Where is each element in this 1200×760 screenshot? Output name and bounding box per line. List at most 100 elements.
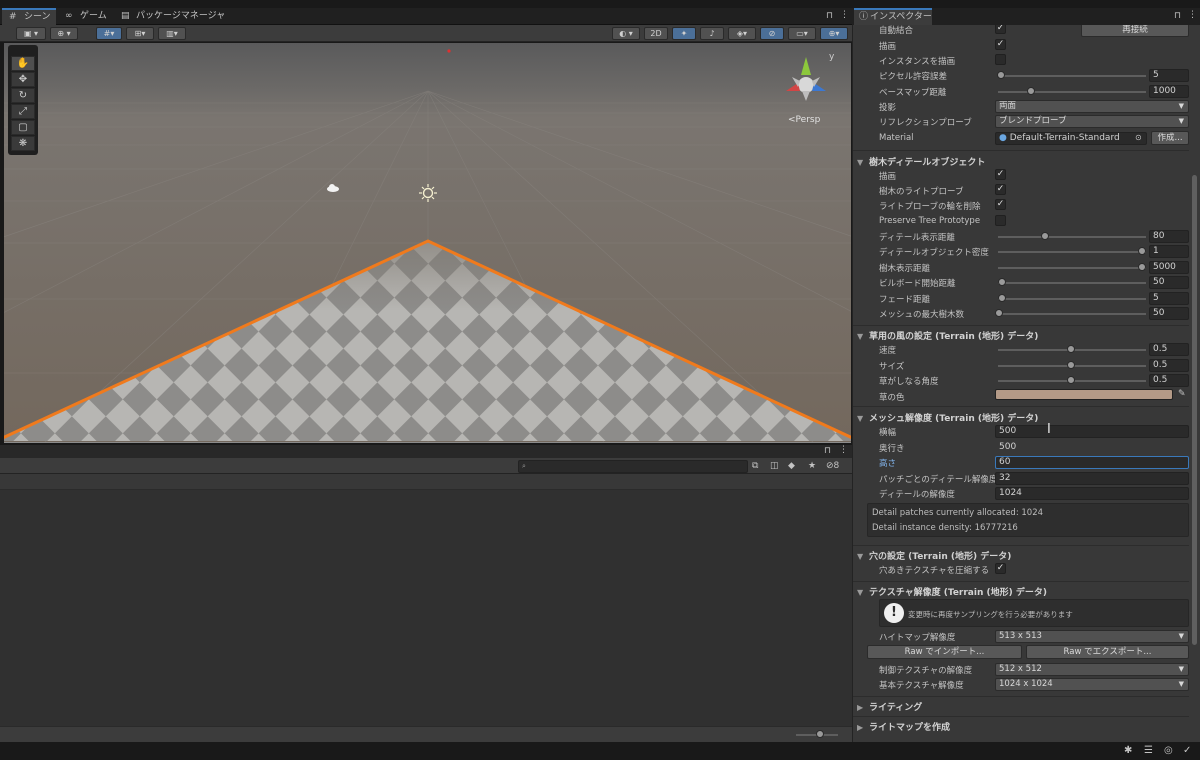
global-local-dropdown[interactable]: ⊕ ▾ <box>50 27 78 40</box>
auto-connect-checkbox[interactable]: ✓ <box>995 25 1006 34</box>
debug-bug-icon[interactable]: ✱ <box>1124 745 1132 756</box>
increment-snap-dropdown[interactable]: ⊞▾ <box>126 27 154 40</box>
lower-lock-icon[interactable]: ⊓ <box>824 446 831 456</box>
heightmap-resolution-dropdown[interactable]: 513 x 513 ▼ <box>995 630 1189 643</box>
transform-tool-icon[interactable]: ❋ <box>11 136 35 151</box>
lock-icon[interactable]: ⊓ <box>826 11 833 21</box>
wind-bending-slider-knob[interactable] <box>1067 376 1075 384</box>
control-texture-resolution-dropdown[interactable]: 512 x 512 ▼ <box>995 663 1189 676</box>
holes-settings-header[interactable]: ▼ 穴の設定 (Terrain (地形) データ) <box>857 549 1011 562</box>
lighting-toggle-button[interactable]: ✦ <box>672 27 696 40</box>
compress-holes-checkbox[interactable]: ✓ <box>995 563 1006 574</box>
reflection-probes-dropdown[interactable]: ブレンドプローブ ▼ <box>995 115 1189 128</box>
tree-light-probes-checkbox[interactable]: ✓ <box>995 184 1006 195</box>
fade-length-field[interactable]: 5 <box>1149 292 1189 305</box>
texture-resolution-header[interactable]: ▼ テクスチャ解像度 (Terrain (地形) データ) <box>857 585 1047 598</box>
tab-inspector[interactable]: ⓘ インスペクター <box>854 8 932 25</box>
zoom-slider-knob[interactable] <box>816 730 824 738</box>
grid-visibility-dropdown[interactable]: ▥▾ <box>158 27 186 40</box>
grass-wind-header[interactable]: ▼ 草用の風の設定 (Terrain (地形) データ) <box>857 329 1038 342</box>
toggle-2d-button[interactable]: 2D <box>644 27 668 40</box>
tab-scene[interactable]: # シーン <box>2 8 56 25</box>
detail-distance-field[interactable]: 80 <box>1149 230 1189 243</box>
draw-instanced-checkbox[interactable] <box>995 54 1006 65</box>
remove-probe-ring-checkbox[interactable]: ✓ <box>995 199 1006 210</box>
pixel-error-slider-knob[interactable] <box>997 71 1005 79</box>
billboard-start-slider-knob[interactable] <box>998 278 1006 286</box>
terrain-height-field[interactable]: 60 <box>995 456 1189 469</box>
detail-resolution-field[interactable]: 1024 <box>995 487 1189 500</box>
effects-dropdown[interactable]: ◈▾ <box>728 27 756 40</box>
pixel-error-field[interactable]: 5 <box>1149 69 1189 82</box>
import-raw-button[interactable]: Raw でインポート... <box>867 645 1022 659</box>
lighting-header[interactable]: ▶ ライティング <box>857 700 922 713</box>
detail-distance-slider-knob[interactable] <box>1041 232 1049 240</box>
basemap-distance-field[interactable]: 1000 <box>1149 85 1189 98</box>
lightmap-header[interactable]: ▶ ライトマップを作成 <box>857 720 950 733</box>
grid-snap-dropdown[interactable]: #▾ <box>96 27 122 40</box>
tree-distance-slider-knob[interactable] <box>1138 263 1146 271</box>
more-menu-icon[interactable]: ⋮ <box>840 10 849 20</box>
wind-size-field[interactable]: 0.5 <box>1149 359 1189 372</box>
create-material-button[interactable]: 作成... <box>1151 131 1189 145</box>
hidden-objects-toggle[interactable]: ⊘ <box>760 27 784 40</box>
favorite-star-icon[interactable]: ★ <box>808 461 816 471</box>
draw-mode-dropdown[interactable]: ▣ ▾ <box>16 27 46 40</box>
mesh-resolution-header[interactable]: ▼ メッシュ解像度 (Terrain (地形) データ) <box>857 411 1038 424</box>
cache-server-icon[interactable]: ☰ <box>1144 745 1153 756</box>
scene-viewport[interactable]: y <Persp <box>4 43 851 443</box>
detail-density-field[interactable]: 1 <box>1149 245 1189 258</box>
collab-check-icon[interactable]: ✓ <box>1183 745 1191 756</box>
audio-toggle-button[interactable]: ♪ <box>700 27 724 40</box>
skybox-cloud-icon[interactable] <box>327 184 339 192</box>
tab-package-manager[interactable]: ▤パッケージマネージャー <box>114 8 234 38</box>
detail-per-patch-field[interactable]: 32 <box>995 472 1189 485</box>
base-texture-resolution-dropdown[interactable]: 1024 x 1024 ▼ <box>995 678 1189 691</box>
inspector-more-icon[interactable]: ⋮ <box>1188 10 1197 20</box>
object-picker-icon[interactable]: ⊙ <box>1135 133 1142 142</box>
fade-length-slider-knob[interactable] <box>998 294 1006 302</box>
projection-label[interactable]: <Persp <box>788 115 820 125</box>
tab-game[interactable]: ∞ ゲーム <box>58 8 112 25</box>
move-tool-icon[interactable]: ✥ <box>11 72 35 87</box>
filter-type-icon[interactable]: ⧉ <box>752 461 758 471</box>
detail-density-slider-knob[interactable] <box>1138 247 1146 255</box>
lower-panel-content[interactable] <box>0 474 852 726</box>
rotate-tool-icon[interactable]: ↻ <box>11 88 35 103</box>
hidden-packages-icon[interactable]: ⊘8 <box>826 461 839 471</box>
preserve-tree-prototype-checkbox[interactable] <box>995 215 1006 226</box>
auto-gen-lighting-icon[interactable]: ◎ <box>1164 745 1173 756</box>
billboard-start-field[interactable]: 50 <box>1149 276 1189 289</box>
draw-checkbox[interactable]: ✓ <box>995 39 1006 50</box>
terrain-width-field[interactable]: 500 <box>995 425 1189 438</box>
wind-bending-field[interactable]: 0.5 <box>1149 374 1189 387</box>
grass-tint-color-field[interactable] <box>995 389 1173 400</box>
tree-draw-checkbox[interactable]: ✓ <box>995 169 1006 180</box>
basemap-distance-slider-knob[interactable] <box>1027 87 1035 95</box>
hand-tool-icon[interactable]: ✋ <box>11 56 35 71</box>
inspector-scrollbar[interactable] <box>1192 175 1197 645</box>
inspector-lock-icon[interactable]: ⊓ <box>1174 11 1181 21</box>
orientation-gizmo[interactable] <box>786 57 826 101</box>
gizmos-dropdown[interactable]: ⊕▾ <box>820 27 848 40</box>
tag-icon[interactable]: ◆ <box>788 461 795 471</box>
eyedropper-icon[interactable]: ✎ <box>1178 389 1186 399</box>
shading-mode-dropdown[interactable]: ◐ ▾ <box>612 27 640 40</box>
export-raw-button[interactable]: Raw でエクスポート... <box>1026 645 1189 659</box>
wind-speed-slider-knob[interactable] <box>1067 345 1075 353</box>
max-mesh-trees-slider-knob[interactable] <box>995 309 1003 317</box>
filter-label-icon[interactable]: ◫ <box>770 461 779 471</box>
cast-shadows-dropdown[interactable]: 両面 ▼ <box>995 100 1189 113</box>
material-field[interactable]: ● Default-Terrain-Standard <box>995 132 1147 145</box>
lower-more-icon[interactable]: ⋮ <box>839 445 848 455</box>
tree-detail-header[interactable]: ▼ 樹木ディテールオブジェクト <box>857 155 985 168</box>
scale-tool-icon[interactable]: ⤢ <box>11 104 35 119</box>
lower-panel-row[interactable] <box>0 474 852 490</box>
reconnect-button[interactable]: 再接続 <box>1081 25 1189 37</box>
max-mesh-trees-field[interactable]: 50 <box>1149 307 1189 320</box>
wind-size-slider-knob[interactable] <box>1067 361 1075 369</box>
rect-tool-icon[interactable]: ▢ <box>11 120 35 135</box>
wind-speed-field[interactable]: 0.5 <box>1149 343 1189 356</box>
terrain-length-field[interactable]: 500 <box>995 441 1189 454</box>
camera-settings-dropdown[interactable]: ▭▾ <box>788 27 816 40</box>
